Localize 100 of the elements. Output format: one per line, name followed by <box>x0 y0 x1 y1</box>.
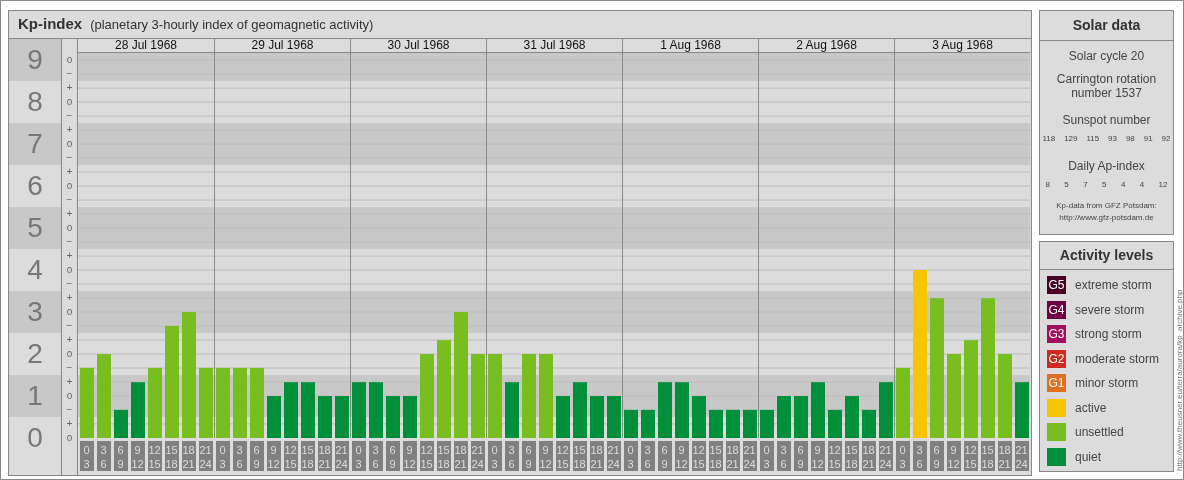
hour-range-label: 9 12 <box>674 441 689 471</box>
tick-mark: + <box>66 291 73 305</box>
kp-bar <box>777 396 791 438</box>
tick-mark: + <box>66 333 73 347</box>
source-link[interactable]: http://www.gfz-potsdam.de <box>1059 212 1154 224</box>
hour-range-label: 0 3 <box>79 441 94 471</box>
tick-mark: − <box>66 361 73 375</box>
hour-range-label: 21 24 <box>334 441 349 471</box>
hour-range-label: 12 15 <box>827 441 842 471</box>
kp-bar <box>148 367 162 438</box>
tick-mark: − <box>66 151 73 165</box>
hour-range-label: 3 6 <box>504 441 519 471</box>
kp-bar <box>301 382 315 438</box>
ap-value: 12 <box>1158 179 1168 191</box>
axis-label: 7 <box>9 123 61 165</box>
level-label: strong storm <box>1075 326 1142 343</box>
kp-bar <box>403 396 417 438</box>
hour-range-label: 15 18 <box>572 441 587 471</box>
hour-range-label: 15 18 <box>436 441 451 471</box>
hour-range-label: 9 12 <box>946 441 961 471</box>
kp-bar <box>233 367 247 438</box>
hour-range-label: 9 12 <box>266 441 281 471</box>
sunspot-value: 98 <box>1125 133 1135 145</box>
hour-range-label: 18 21 <box>317 441 332 471</box>
hour-range-label: 12 15 <box>963 441 978 471</box>
kp-bar <box>624 409 638 438</box>
hour-range-label: 12 15 <box>555 441 570 471</box>
kp-bar <box>1015 382 1029 438</box>
ap-value: 7 <box>1083 179 1088 191</box>
ap-value: 5 <box>1064 179 1069 191</box>
level-label: severe storm <box>1075 301 1145 319</box>
tick-mark: + <box>66 81 73 95</box>
date-label: 29 Jul 1968 <box>251 39 314 52</box>
hour-range-label: 9 12 <box>402 441 417 471</box>
sunspot-value: 93 <box>1108 133 1117 145</box>
kp-bar <box>505 382 519 438</box>
credit-url: http://www.theusner.eu/terra/aurora/kp_archive.php <box>1175 289 1183 471</box>
hour-range-label: 21 24 <box>742 441 757 471</box>
axis-label: 9 <box>9 39 61 81</box>
axis-label: 1 <box>9 375 61 417</box>
kp-bar <box>726 409 740 438</box>
tick-mark: o <box>66 347 73 361</box>
hour-range-label: 21 24 <box>606 441 621 471</box>
kp-bar <box>131 382 145 438</box>
kp-bar <box>743 409 757 438</box>
tick-mark: o <box>66 431 73 445</box>
kp-bar <box>556 396 570 438</box>
ap-value: 4 <box>1139 179 1145 191</box>
chart-subtitle: (planetary 3-hourly index of geomagnetic activity) <box>90 15 374 34</box>
kp-bar <box>879 382 893 438</box>
kp-bar <box>845 396 859 438</box>
kp-bar <box>675 382 689 438</box>
level-swatch: G3 <box>1047 325 1066 343</box>
ap-index-label: Daily Ap-index <box>1068 158 1145 175</box>
tick-mark: + <box>66 207 73 221</box>
kp-bar <box>352 382 366 438</box>
kp-bar <box>216 367 230 438</box>
hour-range-label: 6 9 <box>657 441 672 471</box>
kp-bar <box>794 396 808 438</box>
hour-range-label: 0 3 <box>895 441 910 471</box>
kp-bar <box>811 382 825 438</box>
tick-mark: o <box>66 137 73 151</box>
kp-bar <box>199 367 213 438</box>
kp-bar <box>828 409 842 438</box>
date-label: 3 Aug 1968 <box>932 39 993 52</box>
chart-title: Kp-index <box>18 14 83 35</box>
source-note: Kp-data from GFZ Potsdam: <box>1056 200 1157 212</box>
hour-range-label: 15 18 <box>980 441 995 471</box>
level-swatch: G4 <box>1047 300 1066 319</box>
hour-range-label: 0 3 <box>623 441 638 471</box>
level-label: minor storm <box>1075 375 1139 392</box>
hour-range-label: 9 12 <box>810 441 825 471</box>
tick-mark: − <box>66 109 73 123</box>
kp-bar <box>641 409 655 438</box>
hour-range-label: 0 3 <box>215 441 230 471</box>
hour-range-label: 21 24 <box>470 441 485 471</box>
sunspot-value: 91 <box>1143 133 1153 145</box>
level-label: quiet <box>1075 448 1102 466</box>
kp-bar <box>114 409 128 438</box>
ap-value: 4 <box>1120 179 1126 191</box>
kp-bar <box>760 409 774 438</box>
solar-cycle: Solar cycle 20 <box>1068 48 1145 65</box>
kp-bar <box>250 367 264 438</box>
kp-bar <box>573 382 587 438</box>
level-label: active <box>1075 399 1107 417</box>
hour-range-label: 6 9 <box>385 441 400 471</box>
sunspot-value: 92 <box>1161 133 1171 145</box>
tick-mark: o <box>66 389 73 403</box>
date-label: 1 Aug 1968 <box>660 39 721 52</box>
hour-range-label: 12 15 <box>147 441 162 471</box>
tick-mark: + <box>66 417 73 431</box>
kp-bar <box>369 382 383 438</box>
sunspot-label: Sunspot number <box>1062 112 1151 129</box>
hour-range-label: 3 6 <box>96 441 111 471</box>
kp-bar <box>335 396 349 438</box>
hour-range-label: 6 9 <box>929 441 944 471</box>
kp-bar <box>284 382 298 438</box>
hour-range-label: 3 6 <box>232 441 247 471</box>
hour-range-label: 3 6 <box>912 441 927 471</box>
hour-range-label: 6 9 <box>249 441 264 471</box>
